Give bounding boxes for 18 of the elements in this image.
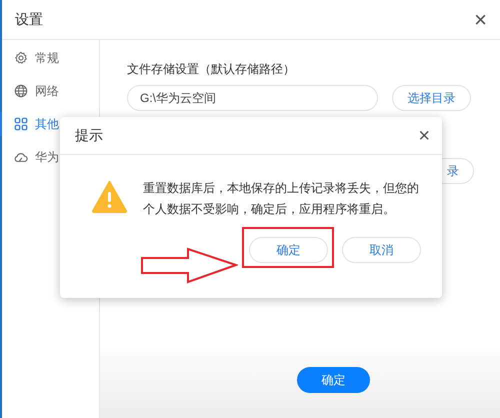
cancel-button[interactable]: 取消 bbox=[342, 237, 421, 263]
close-button[interactable]: × bbox=[474, 8, 487, 30]
sidebar-item[interactable]: 常规 bbox=[2, 46, 99, 70]
dialog-message: 重置数据库后，本地保存的上传记录将丢失，但您的个人数据不受影响，确定后，应用程序将重启。 bbox=[143, 180, 419, 218]
window-title: 设置 bbox=[15, 10, 43, 29]
settings-icon bbox=[14, 51, 28, 65]
warning-icon bbox=[92, 181, 127, 213]
grid-icon bbox=[14, 117, 28, 131]
cloud-icon bbox=[14, 150, 28, 164]
confirm-button[interactable]: 确定 bbox=[249, 237, 328, 263]
sidebar-item[interactable]: 华为 bbox=[2, 145, 99, 169]
close-button[interactable]: × bbox=[418, 126, 430, 146]
sidebar-item[interactable]: 网络 bbox=[2, 79, 99, 103]
path-field[interactable]: G:\华为云空间 bbox=[127, 85, 378, 111]
choose-folder-button[interactable]: 选择目录 bbox=[392, 85, 471, 111]
globe-icon bbox=[14, 84, 28, 98]
confirm-button[interactable]: 确定 bbox=[297, 367, 370, 393]
section-label: 文件存储设置（默认存储路径） bbox=[127, 61, 296, 78]
